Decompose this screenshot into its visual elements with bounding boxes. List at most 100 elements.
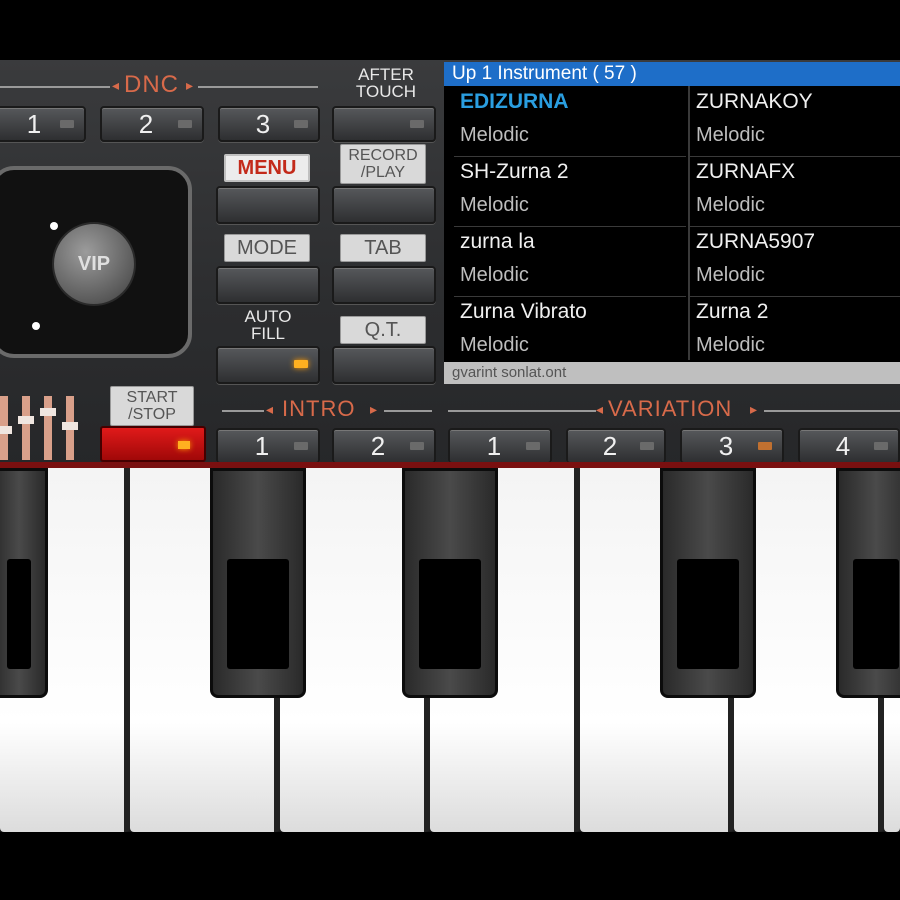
variation-button-2[interactable]: 2 [566,428,666,464]
dnc-button-2-label: 2 [138,108,154,139]
dnc-rule-right [198,86,318,88]
variation-button-4[interactable]: 4 [798,428,900,464]
instrument-item[interactable]: EDIZURNA Melodic [454,86,686,157]
intro-button-1[interactable]: 1 [216,428,320,464]
instrument-display: Up 1 Instrument ( 57 ) EDIZURNA Melodic … [444,62,900,384]
dnc-button-1-label: 1 [26,108,42,139]
instrument-item[interactable]: ZURNA5907 Melodic [690,226,900,297]
led-indicator [294,360,308,368]
start-stop-button[interactable] [100,426,206,462]
black-key[interactable] [0,468,48,698]
bottom-bar [0,832,900,900]
dnc-button-1[interactable]: 1 [0,106,86,142]
black-key-face [677,559,739,669]
auto-fill-button[interactable] [216,346,320,384]
piano-app: ◂ DNC ▸ 1 2 3 AFTER TOUCH MENU RECORD /P… [0,0,900,900]
intro-button-2-label: 2 [370,430,386,461]
dnc-arrow-right-icon: ▸ [186,77,194,93]
instrument-name: ZURNA5907 [696,230,816,253]
record-play-button[interactable] [332,186,436,224]
instrument-name: EDIZURNA [460,90,569,113]
led-indicator [410,442,424,450]
after-touch-line2: TOUCH [355,82,417,101]
mode-label: MODE [224,234,310,262]
record-play-line2: /PLAY [360,164,406,181]
instrument-type: Melodic [460,194,529,216]
mixer-slider[interactable] [40,396,56,460]
dnc-arrow-left-icon: ◂ [112,77,120,93]
black-key[interactable] [836,468,900,698]
slider-knob[interactable] [0,426,12,434]
dnc-button-3-label: 3 [255,108,271,139]
instrument-type: Melodic [696,334,765,356]
led-indicator [758,442,772,450]
piano-keyboard [0,468,900,832]
instrument-type: Melodic [460,264,529,286]
black-key[interactable] [210,468,306,698]
menu-button[interactable] [216,186,320,224]
intro-button-1-label: 1 [254,430,270,461]
intro-button-2[interactable]: 2 [332,428,436,464]
variation-button-3[interactable]: 3 [680,428,784,464]
menu-label: MENU [224,154,310,182]
instrument-item[interactable]: ZURNAKOY Melodic [690,86,900,157]
variation-arrow-right-icon: ▸ [750,401,758,417]
black-key-face [227,559,289,669]
dnc-rule-left [0,86,110,88]
instrument-type: Melodic [460,334,529,356]
variation-button-2-label: 2 [602,430,618,461]
black-key[interactable] [402,468,498,698]
dnc-button-3[interactable]: 3 [218,106,320,142]
led-indicator [178,441,190,449]
instrument-name: ZURNAKOY [696,90,813,113]
after-touch-button[interactable] [332,106,436,142]
led-indicator [874,442,888,450]
instrument-name: Zurna 2 [696,300,769,323]
intro-rule-right [384,410,432,412]
instrument-item[interactable]: zurna la Melodic [454,226,686,297]
variation-button-1[interactable]: 1 [448,428,552,464]
mixer-slider[interactable] [62,396,78,460]
instrument-item[interactable]: Zurna 2 Melodic [690,296,900,366]
instrument-item[interactable]: ZURNAFX Melodic [690,156,900,227]
variation-rule-right [764,410,900,412]
instrument-name: zurna la [460,230,535,253]
instrument-name: Zurna Vibrato [460,300,587,323]
intro-arrow-right-icon: ▸ [370,401,378,417]
vip-logo-icon[interactable]: VIP [52,222,136,306]
qt-button[interactable] [332,346,436,384]
intro-rule-left [222,410,264,412]
variation-label: VARIATION [608,396,733,421]
start-stop-line1: START [126,389,178,406]
led-indicator [526,442,540,450]
vip-logo-text: VIP [77,252,111,275]
instrument-type: Melodic [696,264,765,286]
slider-knob[interactable] [18,416,34,424]
auto-fill-line2: FILL [250,324,286,343]
tab-button[interactable] [332,266,436,304]
start-stop-label: START /STOP [110,386,194,426]
mode-button[interactable] [216,266,320,304]
instrument-type: Melodic [460,124,529,146]
mixer-slider[interactable] [0,396,12,460]
mixer-slider[interactable] [18,396,34,460]
after-touch-label: AFTER TOUCH [340,66,432,100]
dnc-button-2[interactable]: 2 [100,106,204,142]
variation-arrow-left-icon: ◂ [596,401,604,417]
slider-knob[interactable] [62,422,78,430]
black-key[interactable] [660,468,756,698]
intro-label: INTRO [282,396,356,421]
instrument-item[interactable]: Zurna Vibrato Melodic [454,296,686,366]
auto-fill-label: AUTO FILL [222,308,314,342]
led-indicator [178,120,192,128]
led-indicator [294,442,308,450]
slider-knob[interactable] [40,408,56,416]
led-indicator [410,120,424,128]
dnc-label: DNC [124,71,179,98]
intro-arrow-left-icon: ◂ [266,401,274,417]
tab-label: TAB [340,234,426,262]
instrument-item[interactable]: SH-Zurna 2 Melodic [454,156,686,227]
display-footer: gvarint sonlat.ont [444,362,900,384]
instrument-type: Melodic [696,194,765,216]
variation-button-3-label: 3 [718,430,734,461]
